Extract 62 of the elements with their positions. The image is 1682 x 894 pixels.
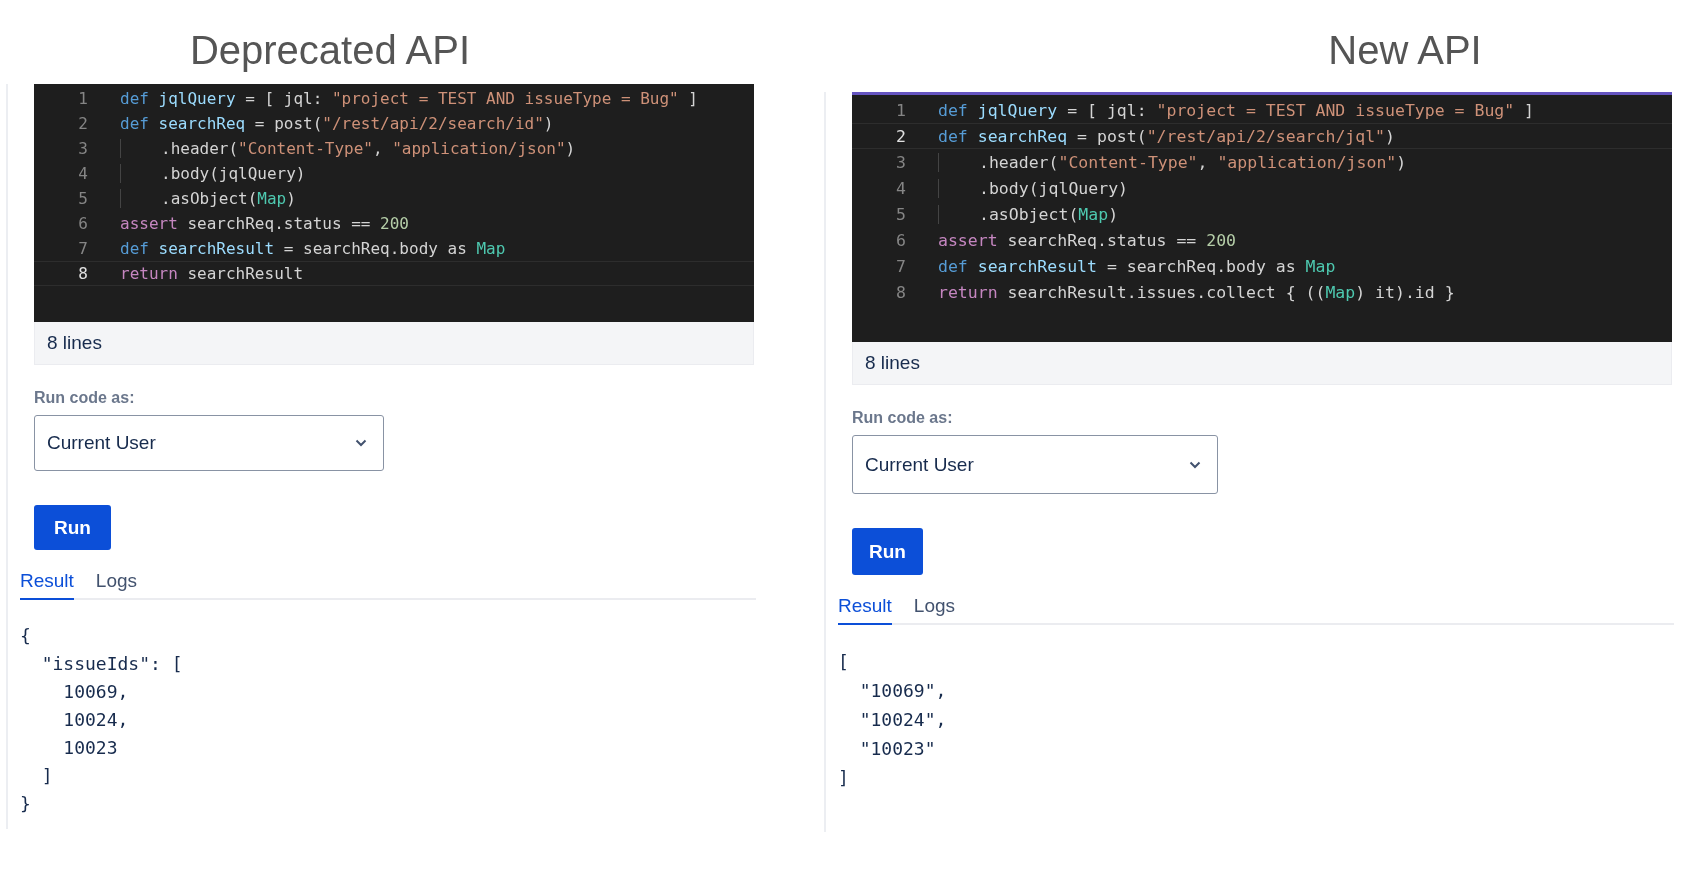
result-line: "issueIds": [ (40, 652, 184, 676)
line-number: 3 (77, 139, 89, 158)
result-line: } (20, 792, 32, 816)
code-line: assert searchReq.status == 200 (120, 214, 409, 233)
code-line: .body(jqlQuery) (120, 164, 306, 183)
line-number: 2 (895, 126, 907, 146)
code-line: .asObject(Map) (120, 189, 296, 208)
code-line: def searchResult = searchReq.body as Map (120, 239, 506, 258)
panel-title: Deprecated API (188, 27, 472, 74)
code-line: .asObject(Map) (938, 204, 1119, 224)
tab[interactable]: Result (20, 570, 74, 600)
code-line: .body(jqlQuery) (938, 178, 1128, 198)
line-number: 8 (77, 264, 89, 283)
result-line: { (20, 624, 32, 648)
run-as-select[interactable]: Current User (34, 415, 384, 471)
line-number: 6 (77, 214, 89, 233)
run-button[interactable]: Run (34, 505, 111, 550)
chevron-down-icon (355, 439, 367, 447)
result-line: ] (40, 764, 54, 788)
code-editor[interactable] (852, 92, 1672, 342)
line-number: 5 (77, 189, 89, 208)
result-line: ] (838, 766, 850, 790)
line-count-bar: 8 lines (34, 322, 754, 365)
line-number: 7 (77, 239, 89, 258)
code-line: .header("Content-Type", "application/json") (938, 152, 1407, 172)
line-number: 8 (895, 282, 907, 302)
line-number: 4 (77, 164, 89, 183)
result-line: [ (838, 650, 850, 674)
code-line: def searchResult = searchReq.body as Map (938, 256, 1336, 276)
result-line: "10024", (858, 708, 948, 732)
run-as-select[interactable]: Current User (852, 435, 1218, 494)
result-line: 10023 (62, 736, 119, 760)
line-number: 1 (895, 100, 907, 120)
tab[interactable]: Logs (913, 595, 956, 625)
field-label: Run code as: (852, 409, 954, 427)
line-number: 2 (77, 114, 89, 133)
tab[interactable]: Result (838, 595, 892, 625)
line-number: 3 (895, 152, 907, 172)
line-number: 5 (895, 204, 907, 224)
result-line: "10023" (858, 737, 937, 761)
line-number: 1 (77, 89, 89, 108)
result-line: 10024, (62, 708, 130, 732)
code-editor[interactable] (34, 84, 754, 322)
line-number: 4 (895, 178, 907, 198)
code-line: return searchResult (120, 264, 304, 283)
panel-title: New API (1327, 27, 1483, 74)
tab[interactable]: Logs (95, 570, 138, 600)
line-number: 7 (895, 256, 907, 276)
code-line: def jqlQuery = [ jql: "project = TEST AND issueType = Bug" ] (938, 100, 1535, 120)
run-button[interactable]: Run (852, 528, 923, 575)
code-line: def searchReq = post("/rest/api/2/search/id") (120, 114, 554, 133)
chevron-down-icon (1189, 460, 1201, 469)
line-number: 6 (895, 230, 907, 250)
result-line: "10069", (858, 679, 948, 703)
code-line: .header("Content-Type", "application/json") (120, 139, 576, 158)
code-line: def searchReq = post("/rest/api/2/search/jql") (938, 126, 1395, 146)
line-count-bar: 8 lines (852, 342, 1672, 385)
code-line: assert searchReq.status == 200 (938, 230, 1237, 250)
code-line: return searchResult.issues.collect { ((Map) it).id } (938, 282, 1455, 302)
code-line: def jqlQuery = [ jql: "project = TEST AND issueType = Bug" ] (120, 89, 698, 108)
result-line: 10069, (62, 680, 130, 704)
field-label: Run code as: (34, 389, 136, 407)
